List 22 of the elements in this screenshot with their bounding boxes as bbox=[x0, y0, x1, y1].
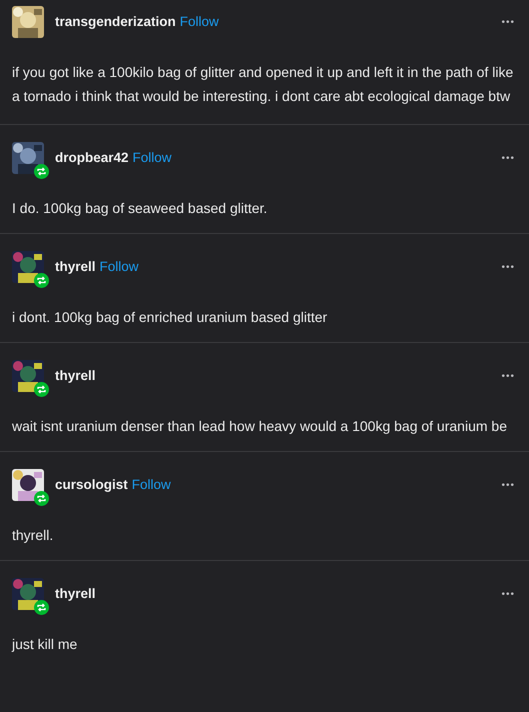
post-text: just kill me bbox=[12, 635, 78, 654]
username[interactable]: thyrell bbox=[55, 366, 96, 386]
username[interactable]: thyrell bbox=[55, 256, 96, 278]
more-button[interactable]: ••• bbox=[501, 260, 515, 274]
follow-link[interactable]: Follow bbox=[132, 474, 171, 496]
post-text: i dont. 100kg bag of enriched uranium based glitter bbox=[12, 308, 328, 327]
more-button[interactable]: ••• bbox=[501, 14, 515, 30]
post-text: thyrell. bbox=[12, 526, 54, 545]
post-text: I do. 100kg bag of seaweed based glitter. bbox=[12, 199, 268, 218]
follow-link[interactable]: Follow bbox=[180, 12, 219, 32]
more-button[interactable]: ••• bbox=[501, 478, 515, 492]
username[interactable]: transgenderization bbox=[55, 12, 176, 32]
more-button[interactable]: ••• bbox=[501, 150, 515, 166]
post-text: wait isnt uranium denser than lead how heavy would a 100kg bag of uranium be bbox=[12, 417, 508, 436]
more-button[interactable]: ••• bbox=[501, 586, 515, 602]
follow-link[interactable]: Follow bbox=[132, 148, 172, 168]
username[interactable]: dropbear42 bbox=[55, 148, 129, 168]
follow-link[interactable]: Follow bbox=[100, 256, 139, 278]
more-button[interactable]: ••• bbox=[501, 368, 515, 384]
username[interactable]: cursologist bbox=[55, 474, 128, 496]
post-text: if you got like a 100kilo bag of glitter and opened it up and left it in the path of like a tornado i think that would be interesting. i dont care abt ecological damage btw bbox=[12, 63, 514, 106]
username[interactable]: thyrell bbox=[55, 584, 96, 604]
